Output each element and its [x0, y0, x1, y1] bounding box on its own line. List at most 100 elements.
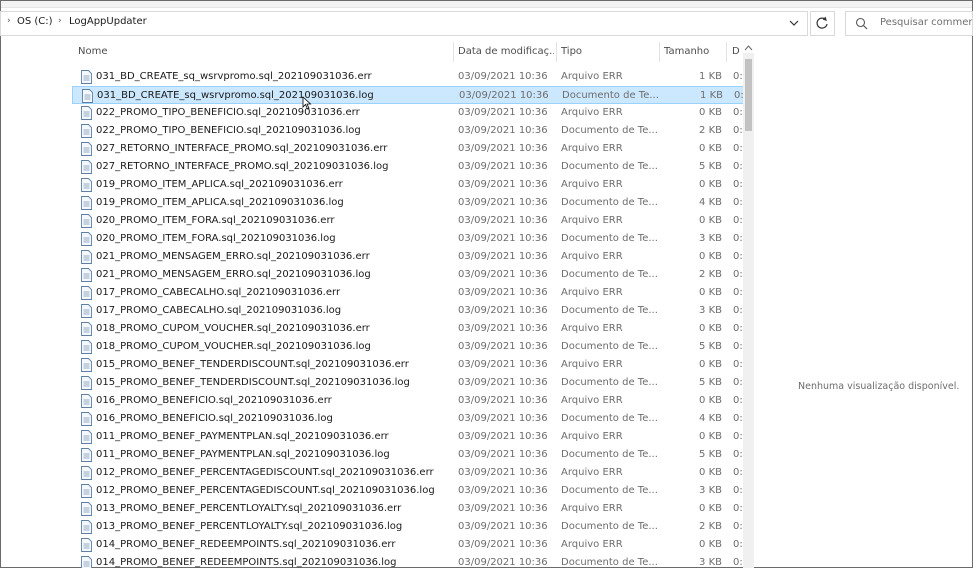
file-extra-column: 0: [733, 377, 743, 388]
file-name: 015_PROMO_BENEF_TENDERDISCOUNT.sql_20210… [96, 359, 409, 370]
column-header-name[interactable]: Nome [78, 46, 108, 57]
file-name: 022_PROMO_TIPO_BENEFICIO.sql_20210903103… [96, 125, 361, 136]
file-row[interactable]: 016_PROMO_BENEFICIO.sql_202109031036.err… [72, 392, 744, 410]
file-extra-column: 0: [733, 197, 743, 208]
file-extra-column: 0: [733, 341, 743, 352]
file-row[interactable]: 022_PROMO_TIPO_BENEFICIO.sql_20210903103… [72, 104, 744, 122]
file-date: 03/09/2021 10:36 [458, 71, 548, 82]
file-icon [81, 484, 92, 498]
file-name: 016_PROMO_BENEFICIO.sql_202109031036.log [96, 413, 333, 424]
file-row[interactable]: 020_PROMO_ITEM_FORA.sql_202109031036.err… [72, 212, 744, 230]
file-name: 015_PROMO_BENEF_TENDERDISCOUNT.sql_20210… [96, 377, 410, 388]
file-row[interactable]: 021_PROMO_MENSAGEM_ERRO.sql_202109031036… [72, 266, 744, 284]
file-type: Arquivo ERR [561, 359, 623, 370]
file-size: 0 KB [699, 323, 722, 334]
file-row[interactable]: 013_PROMO_BENEF_PERCENTLOYALTY.sql_20210… [72, 518, 744, 536]
file-row[interactable]: 022_PROMO_TIPO_BENEFICIO.sql_20210903103… [72, 122, 744, 140]
file-row[interactable]: 011_PROMO_BENEF_PAYMENTPLAN.sql_20210903… [72, 428, 744, 446]
file-extra-column: 0: [733, 179, 743, 190]
file-row[interactable]: 017_PROMO_CABECALHO.sql_202109031036.log… [72, 302, 744, 320]
file-row[interactable]: 020_PROMO_ITEM_FORA.sql_202109031036.log… [72, 230, 744, 248]
file-row[interactable]: 018_PROMO_CUPOM_VOUCHER.sql_202109031036… [72, 320, 744, 338]
file-icon [81, 286, 92, 300]
file-extra-column: 0: [733, 215, 743, 226]
file-icon [81, 268, 92, 282]
column-divider[interactable] [556, 42, 557, 62]
file-size: 0 KB [699, 179, 722, 190]
file-row[interactable]: 016_PROMO_BENEFICIO.sql_202109031036.log… [72, 410, 744, 428]
column-divider[interactable] [453, 42, 454, 62]
file-name: 027_RETORNO_INTERFACE_PROMO.sql_20210903… [96, 161, 389, 172]
file-type: Arquivo ERR [561, 323, 623, 334]
file-date: 03/09/2021 10:36 [458, 161, 548, 172]
file-row[interactable]: 013_PROMO_BENEF_PERCENTLOYALTY.sql_20210… [72, 500, 744, 518]
file-name: 017_PROMO_CABECALHO.sql_202109031036.err [96, 287, 341, 298]
file-icon [81, 376, 92, 390]
chevron-down-icon[interactable] [787, 16, 801, 30]
breadcrumb-drive[interactable]: OS (C:) [17, 16, 53, 27]
file-row[interactable]: 027_RETORNO_INTERFACE_PROMO.sql_20210903… [72, 140, 744, 158]
file-date: 03/09/2021 10:36 [458, 251, 548, 262]
file-date: 03/09/2021 10:36 [459, 90, 549, 101]
file-date: 03/09/2021 10:36 [458, 233, 548, 244]
breadcrumb-folder[interactable]: LogAppUpdater [69, 16, 147, 27]
file-date: 03/09/2021 10:36 [458, 269, 548, 280]
column-header-date[interactable]: Data de modificaç... [458, 46, 554, 57]
file-row[interactable]: 015_PROMO_BENEF_TENDERDISCOUNT.sql_20210… [72, 374, 744, 392]
file-extra-column: 0: [733, 521, 743, 532]
search-input[interactable]: Pesquisar commerce [845, 11, 973, 36]
file-size: 4 KB [699, 197, 722, 208]
file-size: 5 KB [699, 161, 722, 172]
file-row[interactable]: 011_PROMO_BENEF_PAYMENTPLAN.sql_20210903… [72, 446, 744, 464]
file-row[interactable]: 012_PROMO_BENEF_PERCENTAGEDISCOUNT.sql_2… [72, 482, 744, 500]
file-row[interactable]: 012_PROMO_BENEF_PERCENTAGEDISCOUNT.sql_2… [72, 464, 744, 482]
file-row[interactable]: 014_PROMO_BENEF_REDEEMPOINTS.sql_2021090… [72, 554, 744, 568]
file-list: 031_BD_CREATE_sq_wsrvpromo.sql_202109031… [72, 68, 744, 568]
file-row[interactable]: 014_PROMO_BENEF_REDEEMPOINTS.sql_2021090… [72, 536, 744, 554]
file-date: 03/09/2021 10:36 [458, 341, 548, 352]
file-name: 019_PROMO_ITEM_APLICA.sql_202109031036.e… [96, 179, 343, 190]
file-row[interactable]: 019_PROMO_ITEM_APLICA.sql_202109031036.l… [72, 194, 744, 212]
file-row[interactable]: 017_PROMO_CABECALHO.sql_202109031036.err… [72, 284, 744, 302]
file-row[interactable]: 031_BD_CREATE_sq_wsrvpromo.sql_202109031… [72, 68, 744, 86]
file-date: 03/09/2021 10:36 [458, 377, 548, 388]
file-date: 03/09/2021 10:36 [458, 413, 548, 424]
file-icon [81, 142, 92, 156]
file-name: 021_PROMO_MENSAGEM_ERRO.sql_202109031036… [96, 269, 371, 280]
file-row[interactable]: 019_PROMO_ITEM_APLICA.sql_202109031036.e… [72, 176, 744, 194]
file-type: Arquivo ERR [561, 71, 623, 82]
file-extra-column: 0: [733, 125, 743, 136]
file-icon [81, 466, 92, 480]
vertical-scrollbar[interactable] [743, 53, 754, 568]
file-row[interactable]: 031_BD_CREATE_sq_wsrvpromo.sql_202109031… [72, 86, 744, 104]
file-row[interactable]: 018_PROMO_CUPOM_VOUCHER.sql_202109031036… [72, 338, 744, 356]
breadcrumb-chevron-icon[interactable]: › [7, 16, 11, 26]
column-header-d[interactable]: D [732, 46, 740, 57]
file-size: 3 KB [699, 305, 722, 316]
refresh-button[interactable] [810, 11, 835, 36]
file-date: 03/09/2021 10:36 [458, 503, 548, 514]
file-row[interactable]: 021_PROMO_MENSAGEM_ERRO.sql_202109031036… [72, 248, 744, 266]
column-header-type[interactable]: Tipo [561, 46, 582, 57]
address-bar[interactable]: › OS (C:) › LogAppUpdater [0, 11, 808, 36]
file-name: 020_PROMO_ITEM_FORA.sql_202109031036.log [96, 233, 336, 244]
file-row[interactable]: 027_RETORNO_INTERFACE_PROMO.sql_20210903… [72, 158, 744, 176]
file-name: 011_PROMO_BENEF_PAYMENTPLAN.sql_20210903… [96, 431, 389, 442]
file-extra-column: 0: [733, 359, 743, 370]
column-divider[interactable] [659, 42, 660, 62]
file-size: 2 KB [699, 269, 722, 280]
file-type: Documento de Te... [561, 449, 657, 460]
file-icon [82, 89, 93, 103]
file-row[interactable]: 015_PROMO_BENEF_TENDERDISCOUNT.sql_20210… [72, 356, 744, 374]
file-size: 0 KB [699, 431, 722, 442]
file-name: 022_PROMO_TIPO_BENEFICIO.sql_20210903103… [96, 107, 360, 118]
file-name: 021_PROMO_MENSAGEM_ERRO.sql_202109031036… [96, 251, 370, 262]
scrollbar-thumb[interactable] [745, 59, 752, 131]
file-type: Documento de Te... [561, 413, 657, 424]
file-date: 03/09/2021 10:36 [458, 539, 548, 550]
file-type: Documento de Te... [561, 341, 657, 352]
column-divider[interactable] [726, 42, 727, 62]
breadcrumb-separator-icon[interactable]: › [58, 16, 62, 26]
file-name: 017_PROMO_CABECALHO.sql_202109031036.log [96, 305, 342, 316]
column-header-size[interactable]: Tamanho [664, 46, 709, 57]
